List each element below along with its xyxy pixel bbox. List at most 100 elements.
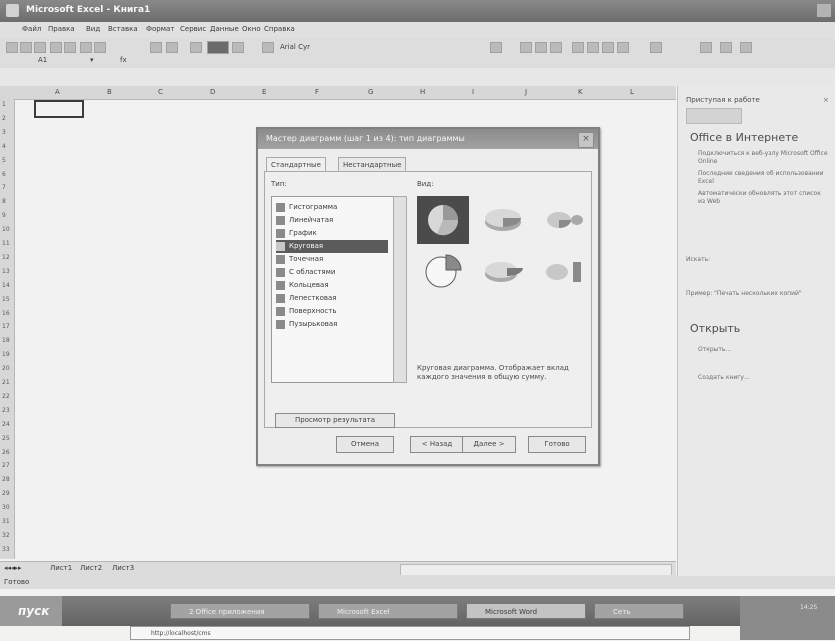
- row-header[interactable]: 33: [2, 546, 10, 553]
- row-header[interactable]: 19: [2, 351, 10, 358]
- column-header[interactable]: H: [420, 88, 425, 96]
- row-header[interactable]: 13: [2, 268, 10, 275]
- name-box[interactable]: A1: [38, 56, 47, 64]
- task-pane-nav[interactable]: [686, 108, 742, 124]
- font-name-box[interactable]: Arial Cyr: [280, 43, 310, 51]
- chart-type-item[interactable]: Точечная: [276, 253, 388, 266]
- row-header[interactable]: 3: [2, 129, 6, 136]
- fx-icon[interactable]: fx: [120, 56, 127, 64]
- back-button[interactable]: < Назад: [410, 436, 464, 453]
- row-header[interactable]: 10: [2, 226, 10, 233]
- column-header[interactable]: C: [158, 88, 163, 96]
- column-header[interactable]: J: [525, 88, 527, 96]
- drawing-icon[interactable]: [232, 42, 244, 53]
- task-pane-link[interactable]: Подключиться к веб-узлу Microsoft Office…: [698, 150, 828, 166]
- merge-icon[interactable]: [617, 42, 629, 53]
- task-pane-close-icon[interactable]: ×: [823, 96, 829, 104]
- align-left-icon[interactable]: [572, 42, 584, 53]
- row-header[interactable]: 11: [2, 240, 10, 247]
- column-header[interactable]: K: [578, 88, 583, 96]
- underline-icon[interactable]: [550, 42, 562, 53]
- menu-data[interactable]: Данные: [210, 25, 239, 33]
- type-list-scrollbar[interactable]: [393, 196, 407, 383]
- sheet-tab[interactable]: Лист3: [112, 564, 134, 572]
- row-header[interactable]: 28: [2, 476, 10, 483]
- taskbar-item[interactable]: 2 Office приложения: [170, 603, 310, 619]
- row-header[interactable]: 7: [2, 184, 6, 191]
- row-header[interactable]: 6: [2, 171, 6, 178]
- column-header[interactable]: E: [262, 88, 266, 96]
- copy-icon[interactable]: [80, 42, 92, 53]
- row-header[interactable]: 18: [2, 337, 10, 344]
- close-window-button[interactable]: [817, 4, 831, 17]
- row-header[interactable]: 12: [2, 254, 10, 261]
- pie-of-pie-subtype[interactable]: [537, 196, 589, 244]
- chart-type-item[interactable]: Кольцевая: [276, 279, 388, 292]
- exploded-pie-3d-subtype[interactable]: [477, 248, 529, 296]
- chart-type-item[interactable]: График: [276, 227, 388, 240]
- menu-edit[interactable]: Правка: [48, 25, 75, 33]
- row-header[interactable]: 23: [2, 407, 10, 414]
- sheet-tab[interactable]: Лист1: [50, 564, 72, 572]
- row-header[interactable]: 17: [2, 323, 10, 330]
- menu-file[interactable]: Файл: [22, 25, 41, 33]
- new-workbook-link[interactable]: Создать книгу...: [698, 374, 750, 382]
- column-header[interactable]: G: [368, 88, 373, 96]
- taskbar-item[interactable]: Microsoft Excel: [318, 603, 458, 619]
- align-center-icon[interactable]: [587, 42, 599, 53]
- name-box-dropdown-icon[interactable]: ▾: [90, 56, 94, 64]
- chart-type-item-selected[interactable]: Круговая: [276, 240, 388, 253]
- save-icon[interactable]: [34, 42, 46, 53]
- close-icon[interactable]: ×: [578, 132, 594, 148]
- chart-type-item[interactable]: С областями: [276, 266, 388, 279]
- preview-result-button[interactable]: Просмотр результата: [275, 413, 395, 428]
- row-header[interactable]: 1: [2, 101, 6, 108]
- help-icon[interactable]: [262, 42, 274, 53]
- percent-icon[interactable]: [650, 42, 662, 53]
- pie-subtype-selected[interactable]: [417, 196, 469, 244]
- bold-icon[interactable]: [520, 42, 532, 53]
- menu-insert[interactable]: Вставка: [108, 25, 138, 33]
- row-header[interactable]: 24: [2, 421, 10, 428]
- row-header[interactable]: 30: [2, 504, 10, 511]
- fill-color-icon[interactable]: [720, 42, 732, 53]
- open-link[interactable]: Открыть...: [698, 346, 731, 354]
- pie-3d-subtype[interactable]: [477, 196, 529, 244]
- row-header[interactable]: 21: [2, 379, 10, 386]
- row-header[interactable]: 26: [2, 449, 10, 456]
- menu-window[interactable]: Окно: [242, 25, 261, 33]
- column-header[interactable]: A: [55, 88, 60, 96]
- row-header[interactable]: 8: [2, 198, 6, 205]
- row-header[interactable]: 4: [2, 143, 6, 150]
- row-header[interactable]: 9: [2, 212, 6, 219]
- column-header[interactable]: D: [210, 88, 215, 96]
- menu-format[interactable]: Формат: [146, 25, 174, 33]
- font-size-box[interactable]: [490, 42, 502, 53]
- formula-bar[interactable]: [0, 68, 835, 86]
- font-color-icon[interactable]: [740, 42, 752, 53]
- cancel-button[interactable]: Отмена: [336, 436, 394, 453]
- column-header[interactable]: F: [315, 88, 319, 96]
- chart-type-item[interactable]: Пузырьковая: [276, 318, 388, 331]
- row-header[interactable]: 20: [2, 365, 10, 372]
- sheet-tab[interactable]: Лист2: [80, 564, 102, 572]
- row-header[interactable]: 32: [2, 532, 10, 539]
- italic-icon[interactable]: [535, 42, 547, 53]
- row-header[interactable]: 29: [2, 490, 10, 497]
- autosum-icon[interactable]: [166, 42, 178, 53]
- column-header[interactable]: B: [107, 88, 112, 96]
- row-header[interactable]: 22: [2, 393, 10, 400]
- row-header[interactable]: 5: [2, 157, 6, 164]
- active-cell[interactable]: [34, 100, 84, 118]
- open-icon[interactable]: [20, 42, 32, 53]
- tab-standard[interactable]: Стандартные: [266, 157, 326, 172]
- menu-view[interactable]: Вид: [86, 25, 100, 33]
- new-icon[interactable]: [6, 42, 18, 53]
- row-header[interactable]: 2: [2, 115, 6, 122]
- taskbar-item-active[interactable]: Microsoft Word: [466, 603, 586, 619]
- align-right-icon[interactable]: [602, 42, 614, 53]
- row-header[interactable]: 16: [2, 310, 10, 317]
- row-header[interactable]: 27: [2, 462, 10, 469]
- exploded-pie-subtype[interactable]: [417, 248, 469, 296]
- preview-icon[interactable]: [64, 42, 76, 53]
